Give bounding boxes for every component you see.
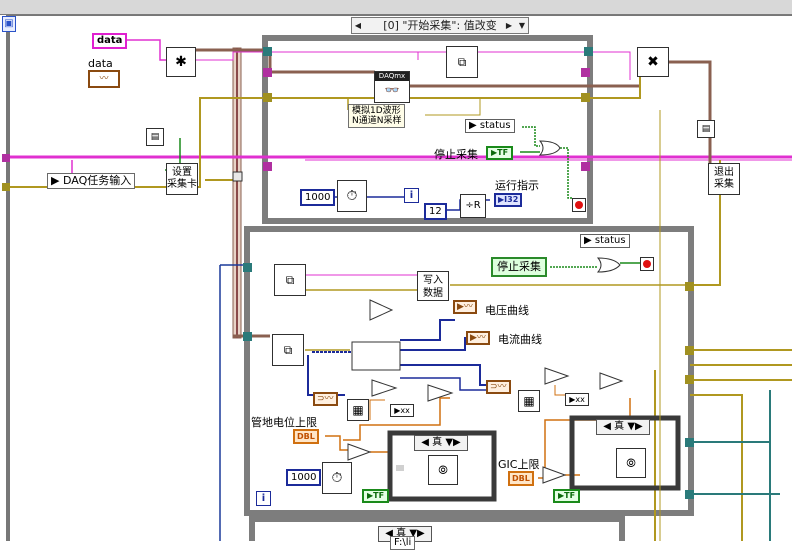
run-indicator-label: 运行指示 [495, 179, 539, 192]
index-constant-left[interactable]: ▶xx [390, 404, 414, 417]
array-waveform-node-left[interactable]: ⊃〰 [313, 392, 338, 406]
waveform-control-icon[interactable]: 〰 [88, 70, 120, 88]
property-node-icon[interactable]: ▤ [146, 128, 164, 146]
wait-timer-icon[interactable]: ⏱ [337, 180, 367, 212]
tf-label-top: TF [497, 148, 509, 157]
selector-increment-arrow-icon[interactable]: ▶ [504, 18, 514, 33]
case-true-left: 真 [432, 437, 443, 448]
index-constant-right[interactable]: ▶xx [565, 393, 589, 406]
stop-bool-control-top[interactable]: ▶TF [486, 146, 514, 160]
alarm-subvi-left-icon[interactable]: ⦾ [428, 455, 458, 485]
current-graph-terminal[interactable]: ▶〰 [466, 331, 490, 345]
i32-label: I32 [504, 195, 519, 204]
daqmx-node-header: DAQmx [375, 72, 409, 81]
wait-timer-bottom-icon[interactable]: ⏱ [322, 462, 352, 494]
gic-upper-label: GIC上限 [498, 458, 540, 471]
daq-task-input-control[interactable]: ▶ DAQ任务输入 [47, 173, 136, 189]
daq-polymorphic-selector[interactable]: 模拟1D波形 N通道N采样 [348, 104, 406, 128]
wait-1000-constant-top[interactable]: 1000 [300, 189, 336, 206]
property-node-right-icon[interactable]: ▤ [697, 120, 715, 138]
selector-dropdown-arrow-icon[interactable]: ▼ [517, 18, 527, 33]
status-unbundle-mid[interactable]: ▶ status [580, 234, 630, 248]
run-indicator-i32[interactable]: ▶I32 [494, 193, 523, 207]
stop-acquisition-label-top: 停止采集 [434, 148, 478, 161]
event-case-selector[interactable]: ◀ [0] "开始采集": 值改变 ▶ ▼ [351, 17, 529, 34]
daq-task-input-label: DAQ任务输入 [62, 174, 132, 187]
selector-decrement-arrow-icon[interactable]: ◀ [353, 18, 363, 33]
stop-led-indicator-top[interactable] [572, 198, 586, 212]
event-case-label: [0] "开始采集": 值改变 [383, 19, 497, 32]
clear-task-node-icon[interactable]: ✖ [637, 47, 669, 77]
iteration-terminal-icon[interactable]: i [404, 188, 419, 203]
tf-label-right: TF [564, 491, 576, 500]
status-label-mid: status [594, 235, 626, 246]
voltage-graph-terminal[interactable]: ▶〰 [453, 300, 477, 314]
array-size-icon-right[interactable]: ▦ [518, 390, 540, 412]
data-control-label: data [88, 57, 113, 70]
unbundle-lower-icon[interactable]: ⧉ [272, 334, 304, 366]
daqmx-glasses-icon: 👓 [384, 83, 400, 97]
pipe-upper-dbl-control[interactable]: DBL [293, 429, 319, 444]
iteration-terminal-bottom-icon[interactable]: i [256, 491, 271, 506]
stop-acquisition-button[interactable]: 停止采集 [491, 257, 547, 277]
alarm-subvi-right-icon[interactable]: ⦾ [616, 448, 646, 478]
build-waveform-node-icon[interactable]: ✱ [166, 47, 196, 77]
bool-control-right[interactable]: ▶TF [553, 489, 581, 503]
gic-upper-dbl-control[interactable]: DBL [508, 471, 534, 486]
array-size-icon-left[interactable]: ▦ [347, 399, 369, 421]
unbundle-mid-icon[interactable]: ⧉ [274, 264, 306, 296]
current-curve-label: 电流曲线 [498, 333, 542, 346]
status-label-top: status [479, 120, 511, 131]
frame-index-icon[interactable]: ▣ [2, 16, 16, 32]
case-true-right: 真 [614, 421, 625, 432]
voltage-curve-label: 电压曲线 [485, 304, 529, 317]
quotient-remainder-icon[interactable]: ÷R [460, 194, 486, 218]
pipe-potential-upper-label: 管地电位上限 [251, 416, 317, 429]
constant-12[interactable]: 12 [424, 203, 447, 220]
tf-label-mid: TF [373, 491, 385, 500]
exit-daq-subvi[interactable]: 退出 采集 [708, 163, 740, 195]
case-selector-left[interactable]: ◀ 真 ▼▶ [414, 435, 468, 451]
wait-1000-constant-bottom[interactable]: 1000 [286, 469, 322, 486]
file-path-constant[interactable]: F:\li [390, 536, 416, 550]
bool-control-mid[interactable]: ▶TF [362, 489, 390, 503]
case-selector-right[interactable]: ◀ 真 ▼▶ [596, 419, 650, 435]
diagram-toolbar-strip [0, 0, 792, 15]
daqmx-read-node[interactable]: DAQmx 👓 [374, 71, 410, 103]
array-waveform-node-right[interactable]: ⊃〰 [486, 380, 511, 394]
status-unbundle-top[interactable]: ▶ status [465, 119, 515, 133]
write-data-subvi[interactable]: 写入 数据 [417, 271, 449, 301]
stop-led-indicator-mid[interactable] [640, 257, 654, 271]
data-string-constant[interactable]: data [92, 33, 128, 49]
unbundle-node-icon[interactable]: ⧉ [446, 46, 478, 78]
setup-daq-subvi[interactable]: 设置 采集卡 [166, 163, 198, 195]
